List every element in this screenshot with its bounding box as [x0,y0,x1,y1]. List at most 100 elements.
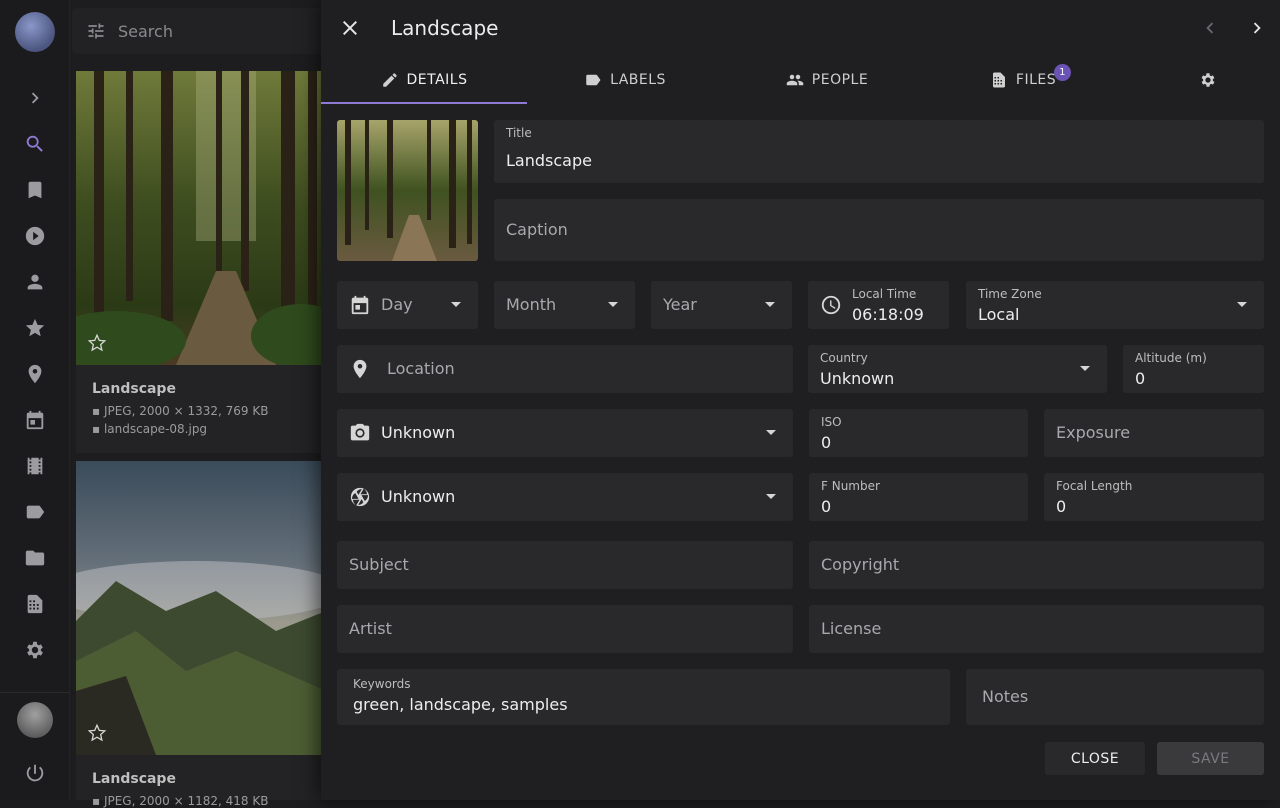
people-icon [786,74,804,86]
card-title[interactable]: Landscape [92,381,176,397]
person-icon[interactable] [24,271,46,293]
subject-field[interactable]: Subject [337,541,793,589]
f-number-label: F Number [821,479,880,493]
copyright-field[interactable]: Copyright [809,541,1264,589]
files-count-badge: 1 [1054,64,1071,81]
power-icon[interactable] [24,762,46,784]
aperture-icon [350,487,370,507]
year-select[interactable]: Year [651,281,792,329]
cliff-photo [46,461,346,755]
label-icon [586,74,601,86]
chevron-down-icon [766,494,776,499]
card-file-text: landscape-08.jpg [103,422,208,436]
local-time-value[interactable]: 06:18:09 [852,305,924,324]
notes-field[interactable]: Notes [966,669,1264,725]
tab-details[interactable]: DETAILS [321,56,527,104]
calendar-icon[interactable] [24,409,46,431]
close-icon[interactable] [338,16,362,40]
month-select[interactable]: Month [494,281,635,329]
title-value[interactable]: Landscape [506,151,592,170]
location-pin-icon [353,359,367,379]
location-field[interactable]: Location [337,345,793,393]
film-icon[interactable] [24,455,46,477]
dialog-title: Landscape [391,16,499,40]
keywords-label: Keywords [353,677,411,691]
exposure-field[interactable]: Exposure [1044,409,1264,457]
chevron-down-icon [451,302,461,307]
country-label: Country [820,351,868,365]
iso-value[interactable]: 0 [821,433,831,452]
country-select[interactable]: Country Unknown [808,345,1107,393]
tab-labels[interactable]: LABELS [527,56,723,104]
license-field[interactable]: License [809,605,1264,653]
exposure-placeholder: Exposure [1056,423,1131,442]
artist-field[interactable]: Artist [337,605,793,653]
artist-placeholder: Artist [349,619,392,638]
caption-placeholder: Caption [506,220,568,239]
tab-people[interactable]: PEOPLE [729,56,925,104]
focal-length-field[interactable]: Focal Length 0 [1044,473,1264,521]
library-icon[interactable] [24,593,46,615]
caption-field[interactable]: Caption [494,199,1264,261]
close-button[interactable]: CLOSE [1045,742,1145,775]
card-info-text: JPEG, 2000 × 1332, 769 KB [103,404,269,418]
label-icon[interactable] [24,501,46,523]
title-label: Title [506,126,532,140]
f-number-field[interactable]: F Number 0 [809,473,1028,521]
time-zone-label: Time Zone [978,287,1042,301]
iso-field[interactable]: ISO 0 [809,409,1028,457]
altitude-value[interactable]: 0 [1135,369,1145,388]
local-time-field[interactable]: Local Time 06:18:09 [808,281,949,329]
card-info-text: JPEG, 2000 × 1182, 418 KB [103,794,269,808]
day-value: Day [381,295,413,314]
avatar[interactable] [17,702,53,738]
subject-placeholder: Subject [349,555,409,574]
gear-icon[interactable] [24,639,46,661]
save-button[interactable]: SAVE [1157,742,1264,775]
local-time-label: Local Time [852,287,917,301]
expand-chevron-icon[interactable] [24,87,46,109]
tab-details-label: DETAILS [406,72,468,88]
day-select[interactable]: Day [337,281,478,329]
keywords-value[interactable]: green, landscape, samples [353,695,568,714]
search-bar [72,8,332,54]
previous-chevron-icon[interactable] [1199,17,1221,39]
play-circle-icon[interactable] [24,225,46,247]
title-field[interactable]: Title Landscape [494,120,1264,183]
camera-select[interactable]: Unknown [337,409,793,457]
search-input[interactable] [118,18,318,44]
tab-labels-label: LABELS [610,72,666,88]
chevron-down-icon [765,302,775,307]
favorite-star-icon[interactable] [86,722,108,744]
f-number-value[interactable]: 0 [821,497,831,516]
focal-length-value[interactable]: 0 [1056,497,1066,516]
bookmark-icon[interactable] [24,179,46,201]
year-value: Year [663,295,697,314]
keywords-field[interactable]: Keywords green, landscape, samples [337,669,950,725]
tab-settings[interactable] [1183,56,1233,104]
tab-people-label: PEOPLE [811,72,869,88]
star-icon[interactable] [24,317,46,339]
altitude-field[interactable]: Altitude (m) 0 [1123,345,1264,393]
tune-icon[interactable] [86,21,106,41]
lens-select[interactable]: Unknown [337,473,793,521]
pencil-icon [382,73,397,87]
tab-files[interactable]: FILES 1 [925,56,1121,104]
search-icon[interactable] [24,133,46,155]
sidebar-nav [0,0,70,800]
copyright-placeholder: Copyright [821,555,900,574]
card-title[interactable]: Landscape [92,771,176,787]
next-chevron-icon[interactable] [1246,17,1268,39]
location-pin-icon[interactable] [24,363,46,385]
photo-card[interactable]: Landscape ▪ JPEG, 2000 × 1182, 418 KB [46,461,346,808]
time-zone-select[interactable]: Time Zone Local [966,281,1264,329]
calendar-icon [351,295,369,315]
folder-icon[interactable] [24,547,46,569]
favorite-star-icon[interactable] [86,332,108,354]
app-logo[interactable] [15,12,55,52]
month-value: Month [506,295,557,314]
card-file: ▪ landscape-08.jpg [92,422,208,436]
country-value: Unknown [820,369,895,388]
lens-value: Unknown [381,487,456,506]
photo-card[interactable]: Landscape ▪ JPEG, 2000 × 1332, 769 KB ▪ … [46,71,351,453]
